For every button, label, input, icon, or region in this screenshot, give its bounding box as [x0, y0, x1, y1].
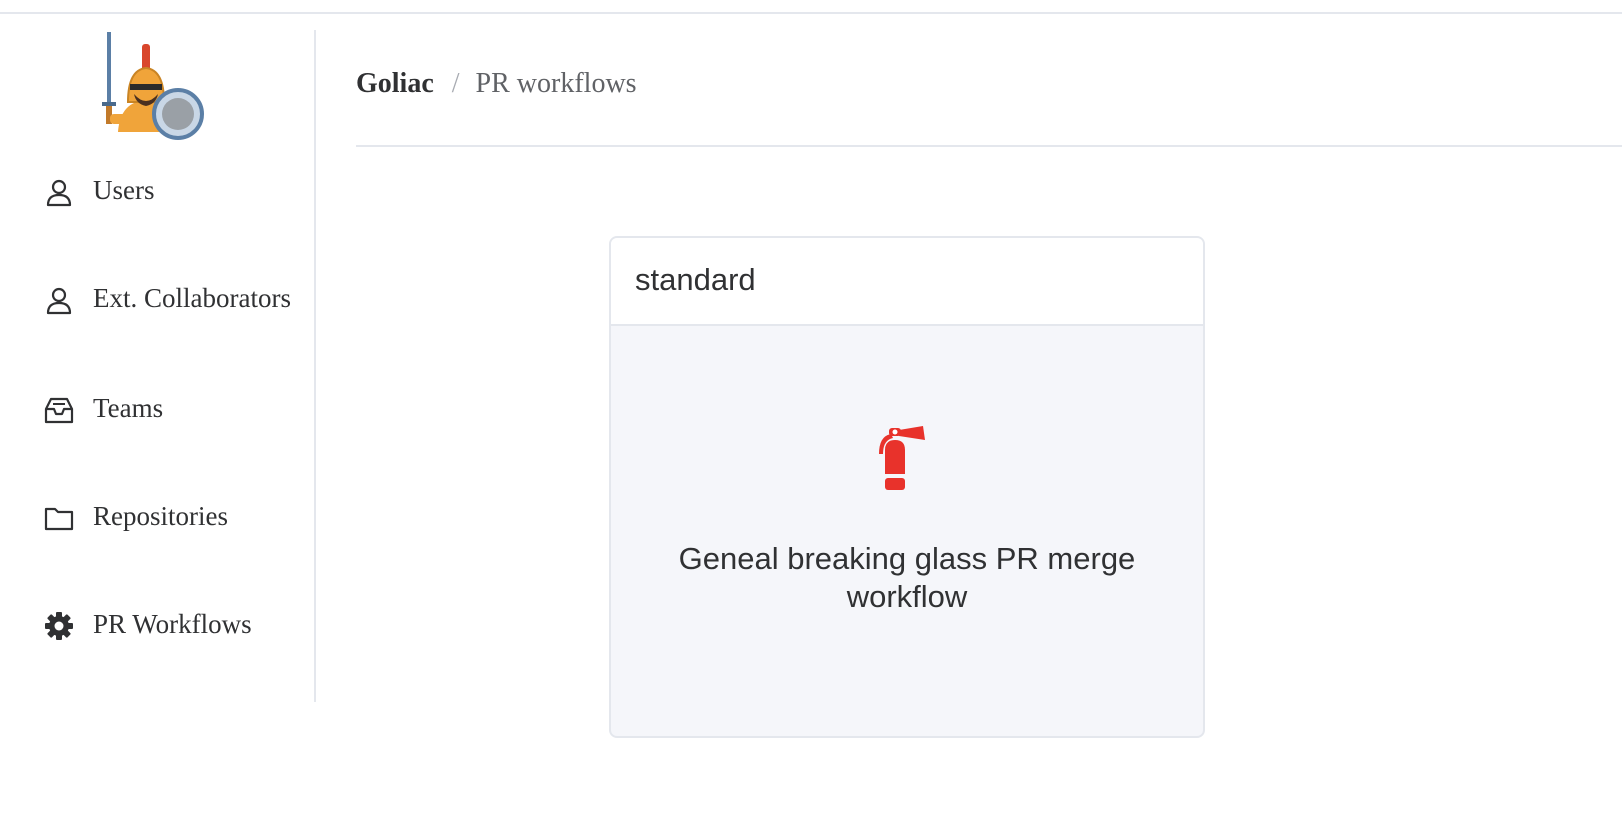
- fire-extinguisher-icon: [873, 426, 937, 492]
- folder-icon: [44, 503, 74, 533]
- sidebar-item-pr-workflows[interactable]: PR Workflows: [0, 596, 314, 652]
- workflow-card[interactable]: standard Geneal breaking glass PR merge …: [609, 236, 1205, 738]
- sidebar-item-label: PR Workflows: [93, 609, 252, 639]
- sidebar: Users Ext. Collaborators Teams Repositor…: [0, 28, 316, 702]
- gear-icon: [44, 611, 74, 641]
- breadcrumb: Goliac / PR workflows: [356, 64, 637, 104]
- sidebar-item-ext-collaborators[interactable]: Ext. Collaborators: [0, 270, 314, 326]
- sidebar-item-repositories[interactable]: Repositories: [0, 488, 314, 544]
- sidebar-item-label: Repositories: [93, 501, 228, 531]
- breadcrumb-separator: /: [451, 68, 460, 99]
- sidebar-item-label: Ext. Collaborators: [93, 283, 291, 313]
- sidebar-item-users[interactable]: Users: [0, 162, 314, 218]
- knight-logo-icon: [102, 28, 204, 140]
- user-icon: [44, 177, 74, 207]
- user-icon: [44, 285, 74, 315]
- workflow-description: Geneal breaking glass PR merge workflow: [678, 541, 1136, 614]
- sidebar-item-teams[interactable]: Teams: [0, 380, 314, 436]
- breadcrumb-current: PR workflows: [475, 68, 637, 99]
- goliac-logo[interactable]: [100, 28, 210, 144]
- breadcrumb-root[interactable]: Goliac: [356, 68, 434, 99]
- workflow-card-title: standard: [611, 238, 1203, 326]
- sidebar-item-label: Users: [93, 175, 155, 205]
- inbox-icon: [44, 395, 74, 425]
- sidebar-item-label: Teams: [93, 393, 164, 423]
- top-divider: [0, 12, 1622, 14]
- header-divider: [356, 145, 1622, 147]
- workflow-card-body: Geneal breaking glass PR merge workflow: [611, 326, 1203, 736]
